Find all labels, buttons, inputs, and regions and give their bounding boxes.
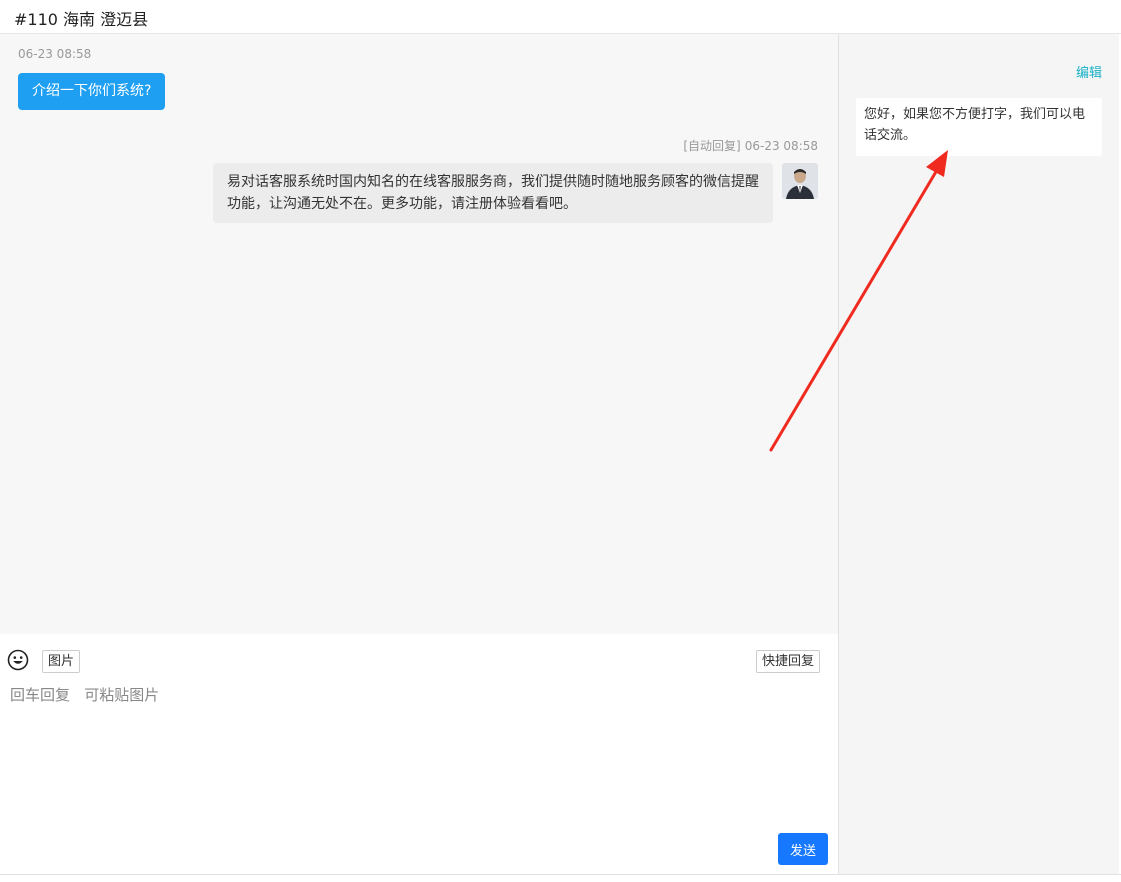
message-composer: 图片 快捷回复 发送	[0, 634, 838, 874]
message-timestamp: 06-23 08:58	[18, 47, 92, 61]
reply-time: 06-23 08:58	[744, 139, 818, 153]
send-button[interactable]: 发送	[778, 833, 828, 865]
app-root: #110 海南 澄迈县 06-23 08:58 介绍一下你们系统? [自动回复]…	[0, 0, 1121, 882]
header-bar: #110 海南 澄迈县	[0, 0, 1121, 34]
edit-link[interactable]: 编辑	[1076, 62, 1102, 81]
visitor-message-bubble: 介绍一下你们系统?	[18, 73, 166, 110]
smiley-icon[interactable]	[7, 649, 29, 671]
reply-timestamp: [自动回复] 06-23 08:58	[683, 137, 818, 154]
agent-avatar-icon	[782, 163, 818, 199]
message-input[interactable]	[10, 684, 825, 824]
agent-message-bubble: 易对话客服系统时国内知名的在线客服服务商，我们提供随时随地服务顾客的微信提醒功能…	[213, 163, 773, 223]
insert-image-button[interactable]: 图片	[42, 650, 81, 673]
visitor-title: #110 海南 澄迈县	[14, 10, 149, 29]
bottom-border	[0, 874, 1121, 875]
chat-history[interactable]: 06-23 08:58 介绍一下你们系统? [自动回复] 06-23 08:58 …	[0, 34, 838, 634]
auto-reply-tag: [自动回复]	[683, 139, 741, 153]
quick-reply-item[interactable]: 您好，如果您不方便打字，我们可以电话交流。	[856, 98, 1102, 156]
quick-reply-panel: 编辑 您好，如果您不方便打字，我们可以电话交流。	[839, 34, 1119, 874]
quick-reply-button[interactable]: 快捷回复	[756, 650, 821, 673]
